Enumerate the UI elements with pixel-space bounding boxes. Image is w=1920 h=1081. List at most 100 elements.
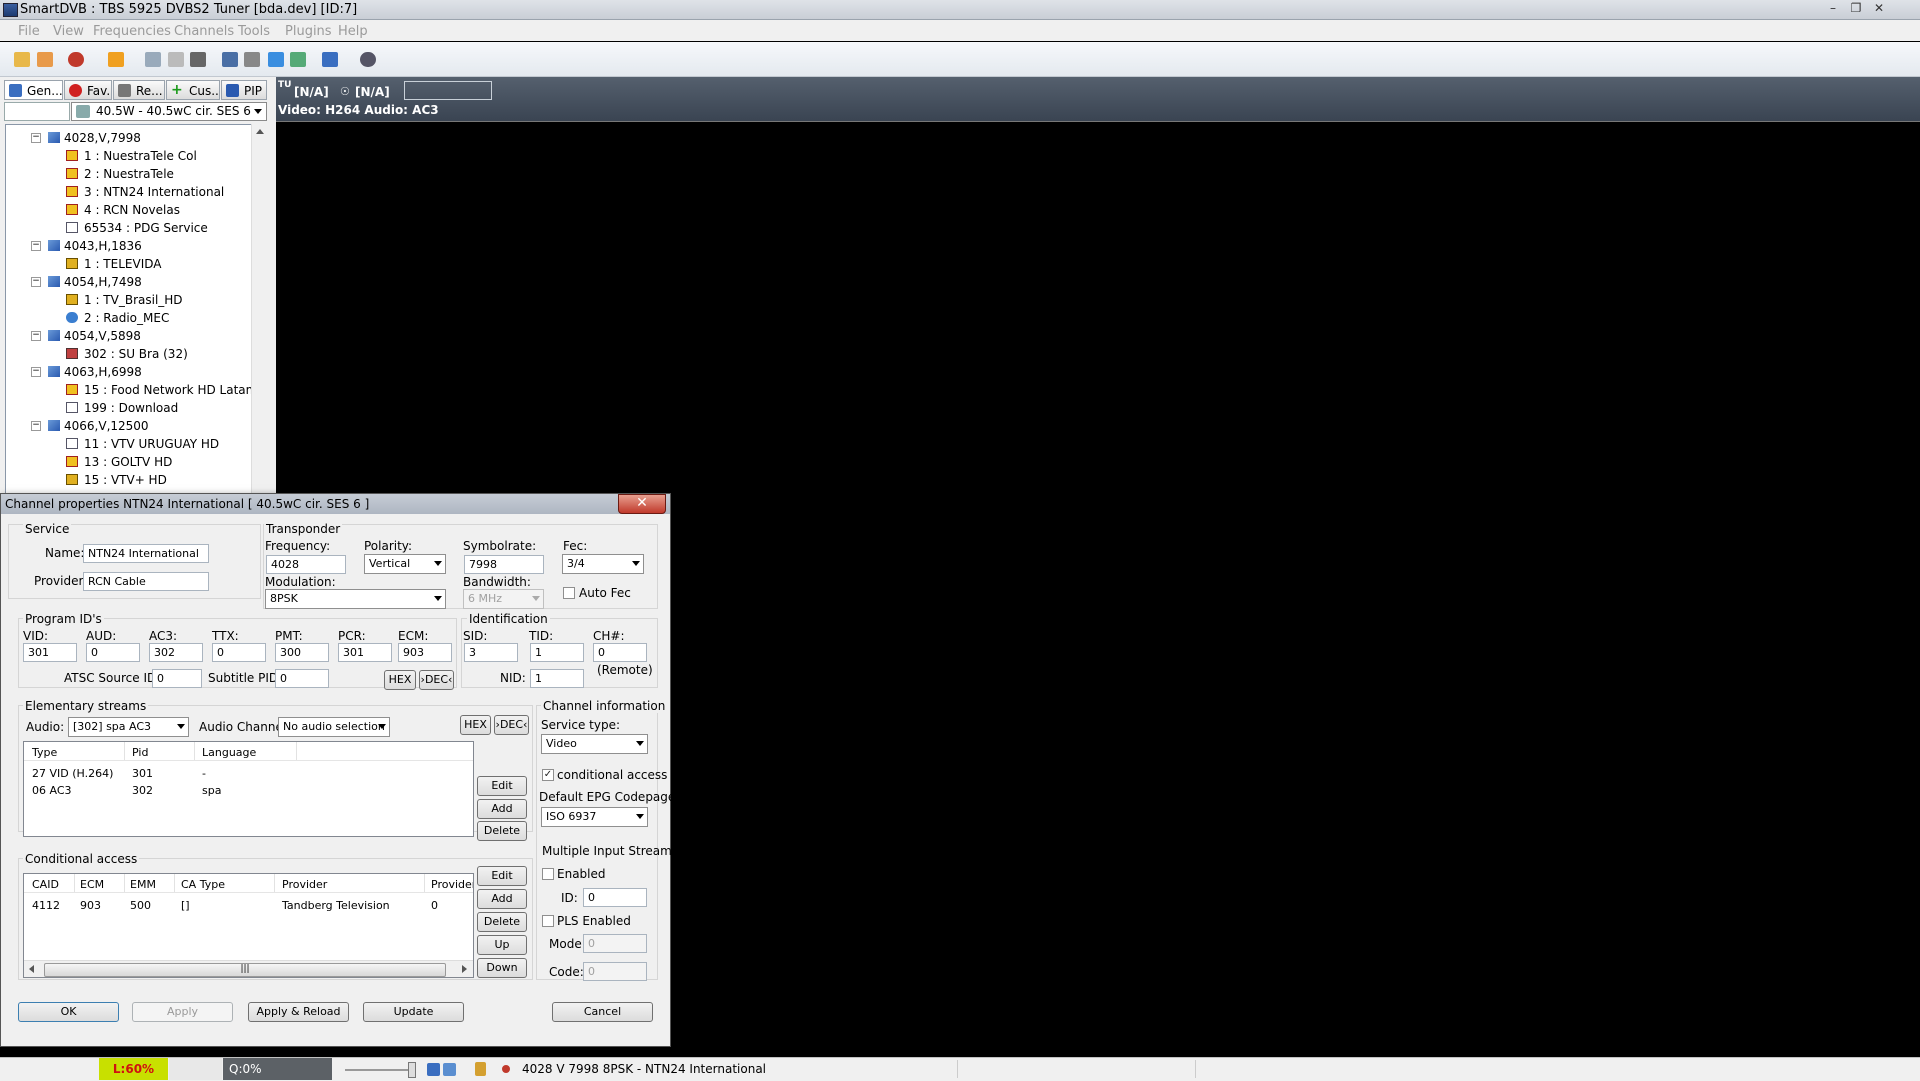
column-type[interactable]: Type xyxy=(32,746,57,759)
aud-input[interactable]: 0 xyxy=(86,643,140,662)
timer-icon[interactable] xyxy=(145,52,161,67)
channel-node[interactable]: 2 : NuestraTele xyxy=(6,165,252,183)
transponder-node[interactable]: − 4054,H,7498 xyxy=(6,273,252,291)
satellite-icon[interactable] xyxy=(322,52,338,67)
column-ca-type[interactable]: CA Type xyxy=(181,878,225,891)
tab-pip[interactable]: PIP xyxy=(221,80,267,100)
column-ecm[interactable]: ECM xyxy=(80,878,104,891)
ca-row-provider[interactable]: Tandberg Television xyxy=(282,899,390,912)
sid-input[interactable]: 3 xyxy=(464,643,518,662)
list-icon[interactable] xyxy=(168,52,184,67)
frequency-input[interactable]: 4028 xyxy=(266,555,346,574)
atsc-source-id-input[interactable]: 0 xyxy=(152,669,202,688)
search-icon[interactable] xyxy=(360,52,376,67)
collapse-icon[interactable]: − xyxy=(31,367,41,377)
audio-select[interactable]: [302] spa AC3 xyxy=(68,717,189,737)
pid-hex-button[interactable]: HEX xyxy=(384,670,416,690)
modulation-select[interactable]: 8PSK xyxy=(265,589,446,609)
ttx-input[interactable]: 0 xyxy=(212,643,266,662)
window-icon[interactable] xyxy=(268,52,284,67)
update-button[interactable]: Update xyxy=(363,1002,464,1022)
monitor-icon[interactable] xyxy=(190,52,206,67)
symbolrate-input[interactable]: 7998 xyxy=(464,555,544,574)
pid-dec-button[interactable]: ›DEC‹ xyxy=(419,670,454,690)
tab-custom[interactable]: + Cus... xyxy=(166,80,220,100)
column-provider-id[interactable]: Provider xyxy=(431,878,473,891)
cancel-button[interactable]: Cancel xyxy=(552,1002,653,1022)
channel-node[interactable]: 65534 : PDG Service xyxy=(6,219,252,237)
ac3-input[interactable]: 302 xyxy=(149,643,203,662)
channel-node[interactable]: 15 : Food Network HD Latam (1 xyxy=(6,381,252,399)
back-arrow-icon[interactable] xyxy=(108,52,124,67)
ca-row-ca-type[interactable]: [] xyxy=(181,899,190,912)
ok-button[interactable]: OK xyxy=(18,1002,119,1022)
subtitle-pid-input[interactable]: 0 xyxy=(275,669,329,688)
open-folder-icon[interactable] xyxy=(14,52,30,67)
ca-delete-button[interactable]: Delete xyxy=(477,912,527,932)
mis-id-input[interactable]: 0 xyxy=(583,888,647,907)
channel-node[interactable]: 15 : VTV+ HD xyxy=(6,471,252,489)
tid-input[interactable]: 1 xyxy=(530,643,584,662)
name-input[interactable]: NTN24 International xyxy=(83,544,209,563)
ca-horizontal-scrollbar[interactable]: ||| xyxy=(24,960,473,977)
transponder-node[interactable]: − 4066,V,12500 xyxy=(6,417,252,435)
provider-input[interactable]: RCN Cable xyxy=(83,572,209,591)
column-language[interactable]: Language xyxy=(202,746,256,759)
scroll-thumb[interactable]: ||| xyxy=(44,963,446,977)
collapse-icon[interactable]: − xyxy=(31,277,41,287)
menu-help[interactable]: Help xyxy=(338,24,368,39)
ca-row-emm[interactable]: 500 xyxy=(130,899,151,912)
ca-row-caid[interactable]: 4112 xyxy=(32,899,60,912)
channel-tree[interactable]: − 4028,V,7998 1 : NuestraTele Col 2 : Nuest… xyxy=(5,124,253,496)
scroll-up-icon[interactable] xyxy=(256,129,264,134)
ca-add-button[interactable]: Add xyxy=(477,889,527,909)
collapse-icon[interactable]: − xyxy=(31,331,41,341)
menu-channels[interactable]: Channels xyxy=(174,24,234,39)
menu-file[interactable]: File xyxy=(18,24,40,39)
conditional-access-list[interactable]: CAID ECM EMM CA Type Provider Provider 4… xyxy=(23,873,474,978)
collapse-icon[interactable]: − xyxy=(31,133,41,143)
apply-button[interactable]: Apply xyxy=(132,1002,233,1022)
pls-enabled-checkbox[interactable] xyxy=(542,915,554,927)
channel-node[interactable]: 1 : TELEVIDA xyxy=(6,255,252,273)
menu-plugins[interactable]: Plugins xyxy=(285,24,332,39)
ch-input[interactable]: 0 xyxy=(593,643,647,662)
scroll-right-icon[interactable] xyxy=(462,965,467,973)
stream-row-type[interactable]: 27 VID (H.264) xyxy=(32,767,113,780)
ca-down-button[interactable]: Down xyxy=(477,958,527,978)
volume-track[interactable] xyxy=(345,1069,415,1071)
collapse-icon[interactable]: − xyxy=(31,241,41,251)
collapse-icon[interactable]: − xyxy=(31,421,41,431)
menu-tools[interactable]: Tools xyxy=(238,24,270,39)
channel-node[interactable]: 1 : NuestraTele Col xyxy=(6,147,252,165)
stream-add-button[interactable]: Add xyxy=(477,799,527,819)
tab-recordings[interactable]: Re... xyxy=(113,80,165,100)
nid-input[interactable]: 1 xyxy=(530,669,584,688)
tab-favorites[interactable]: Fav... xyxy=(64,80,112,100)
pmt-input[interactable]: 300 xyxy=(275,643,329,662)
column-pid[interactable]: Pid xyxy=(132,746,148,759)
pcr-input[interactable]: 301 xyxy=(338,643,392,662)
channel-filter-input[interactable] xyxy=(4,102,70,121)
menu-view[interactable]: View xyxy=(53,24,84,39)
stream-row-pid[interactable]: 301 xyxy=(132,767,153,780)
mis-enabled-checkbox[interactable] xyxy=(542,868,554,880)
conditional-access-checkbox[interactable]: ✓ xyxy=(542,769,554,781)
auto-fec-checkbox[interactable] xyxy=(563,587,575,599)
transponder-node[interactable]: − 4054,V,5898 xyxy=(6,327,252,345)
transponder-node[interactable]: − 4043,H,1836 xyxy=(6,237,252,255)
speaker-icon[interactable] xyxy=(443,1063,456,1076)
menu-frequencies[interactable]: Frequencies xyxy=(93,24,171,39)
fullscreen-icon[interactable] xyxy=(222,52,238,67)
transponder-node[interactable]: − 4063,H,6998 xyxy=(6,363,252,381)
tab-general[interactable]: Gen... xyxy=(4,80,63,100)
column-provider[interactable]: Provider xyxy=(282,878,327,891)
apply-reload-button[interactable]: Apply & Reload xyxy=(248,1002,349,1022)
transponder-node[interactable]: − 4028,V,7998 xyxy=(6,129,252,147)
tools-icon[interactable] xyxy=(244,52,260,67)
ecm-input[interactable]: 903 xyxy=(398,643,452,662)
save-icon[interactable] xyxy=(37,52,53,67)
scroll-left-icon[interactable] xyxy=(29,965,34,973)
channel-node[interactable]: 199 : Download xyxy=(6,399,252,417)
service-type-select[interactable]: Video xyxy=(541,734,648,754)
